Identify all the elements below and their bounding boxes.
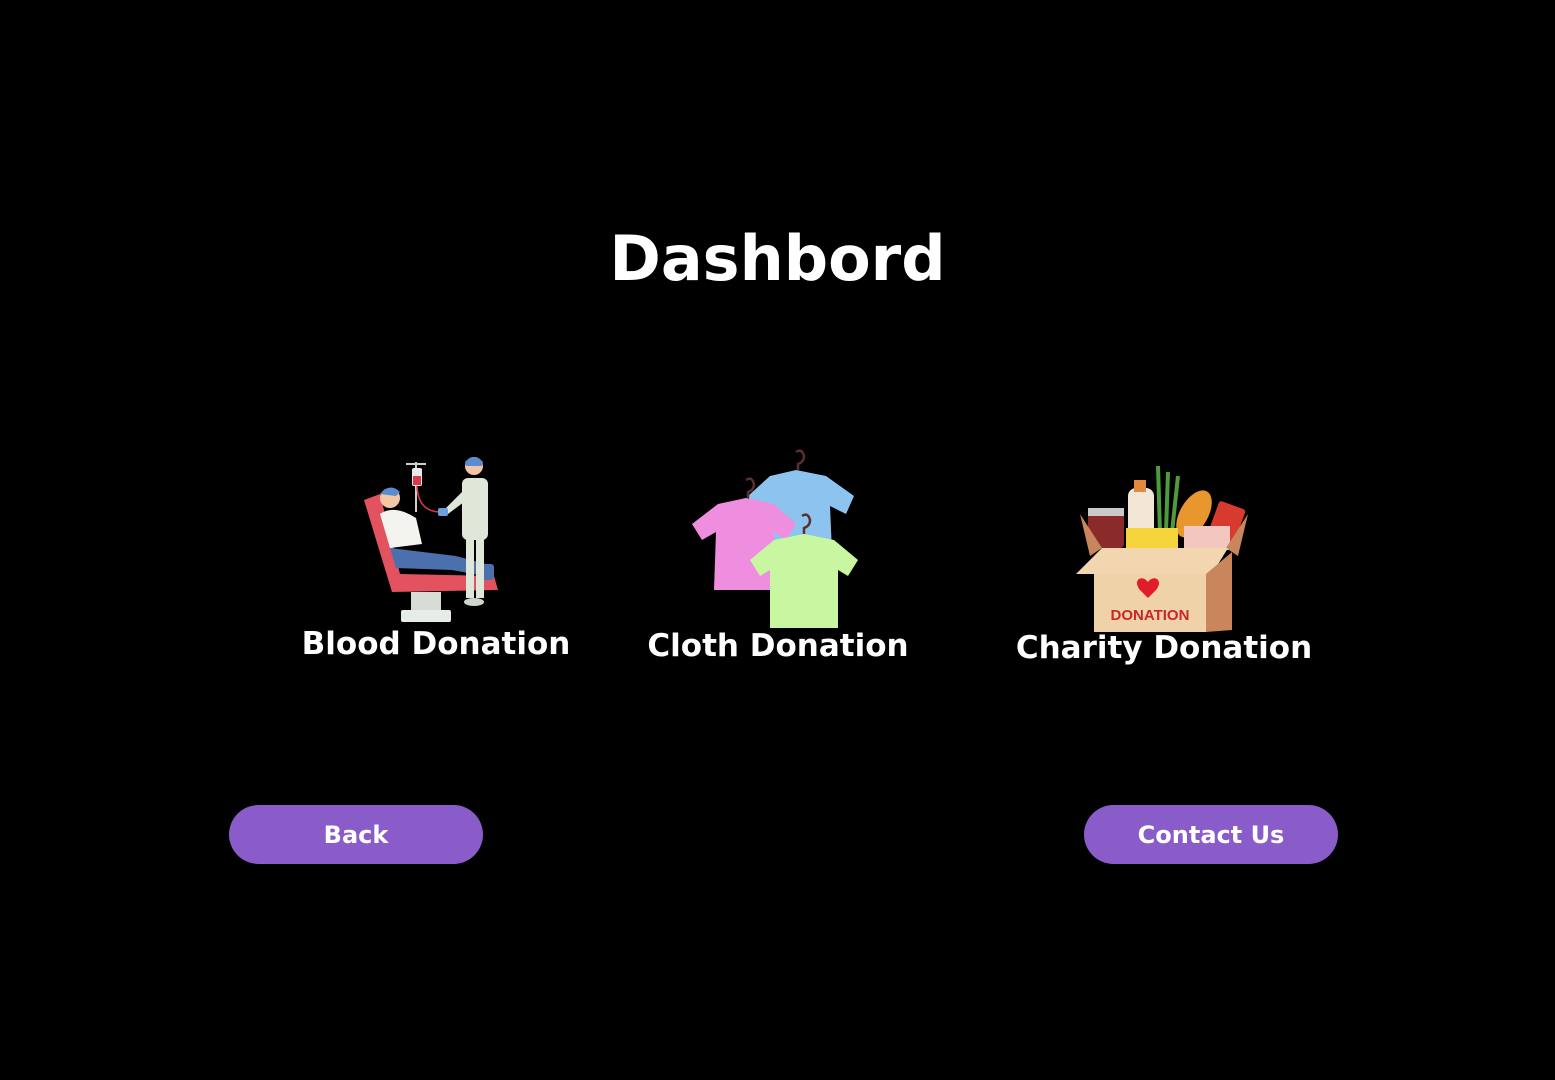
charity-donation-card[interactable]: DONATION Charity Donation (1016, 462, 1312, 666)
charity-donation-label: Charity Donation (1015, 630, 1313, 666)
blood-donation-label: Blood Donation (301, 626, 571, 662)
charity-donation-icon: DONATION (1076, 465, 1248, 632)
back-button[interactable]: Back (229, 805, 483, 864)
cloth-donation-card[interactable]: Cloth Donation (647, 448, 909, 664)
donation-box-text: DONATION (1111, 607, 1190, 624)
blood-donation-icon (364, 457, 498, 622)
dashboard-page: Dashbord Blood Donation Cloth Donation D… (0, 0, 1555, 1080)
cloth-donation-label: Cloth Donation (647, 628, 909, 664)
blood-donation-card[interactable]: Blood Donation (302, 452, 570, 662)
cloth-donation-icon (692, 449, 858, 628)
page-title: Dashbord (609, 222, 946, 295)
contact-us-button[interactable]: Contact Us (1084, 805, 1338, 864)
